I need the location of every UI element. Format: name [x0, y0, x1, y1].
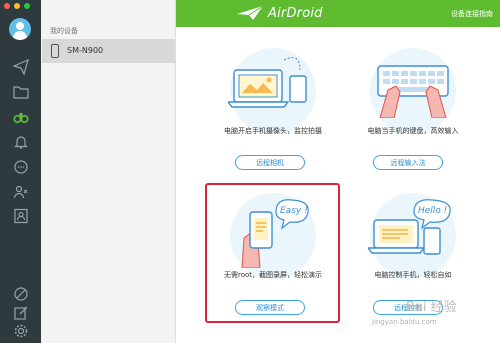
hello-bubble-text: Hello !: [418, 206, 448, 216]
keyboard-illustration: [377, 65, 449, 118]
avatar-icon[interactable]: [9, 18, 31, 40]
feature-desc: 电脑开启手机摄像头，监控拍摄: [224, 127, 322, 135]
help-icon[interactable]: [11, 284, 30, 303]
contacts-icon[interactable]: [11, 182, 30, 201]
remote-input-button[interactable]: 远程输入法: [373, 155, 443, 170]
top-header: AirDroid 设备连接指南: [176, 0, 500, 27]
device-name: SM-N900: [67, 46, 104, 55]
chat-icon[interactable]: [11, 157, 30, 176]
binoculars-icon[interactable]: [11, 107, 30, 126]
device-panel: 我的设备 SM-N900: [41, 0, 176, 343]
highlight-box: [205, 183, 340, 323]
window-controls: [4, 3, 34, 9]
camera-laptop-illustration: [228, 57, 307, 108]
sidebar-rail: [0, 0, 41, 343]
feature-desc: 电脑当手机的键盘，高效输入: [367, 127, 459, 135]
paper-plane-logo-icon: [237, 5, 264, 20]
folder-icon[interactable]: [11, 82, 30, 101]
feature-desc: 电脑控制手机，轻松自如: [374, 271, 452, 279]
app-logo: AirDroid: [236, 5, 323, 21]
remote-camera-button[interactable]: 远程相机: [235, 155, 305, 170]
device-item[interactable]: SM-N900: [42, 39, 175, 63]
devices-section-label: 我的设备: [50, 27, 78, 35]
minimize-window-button[interactable]: [14, 3, 20, 9]
close-window-button[interactable]: [4, 3, 10, 9]
app-name: AirDroid: [268, 5, 323, 21]
phone-book-icon[interactable]: [11, 206, 30, 225]
settings-icon[interactable]: [11, 321, 30, 340]
watermark: Bai 经验: [406, 300, 457, 315]
bell-icon[interactable]: [11, 132, 30, 151]
connection-guide-link[interactable]: 设备连接指南: [451, 9, 493, 19]
edit-icon[interactable]: [11, 303, 30, 322]
send-icon[interactable]: [11, 57, 30, 76]
phone-icon: [51, 44, 59, 58]
watermark-url: jingyan.baidu.com: [372, 318, 437, 326]
maximize-window-button[interactable]: [24, 3, 30, 9]
